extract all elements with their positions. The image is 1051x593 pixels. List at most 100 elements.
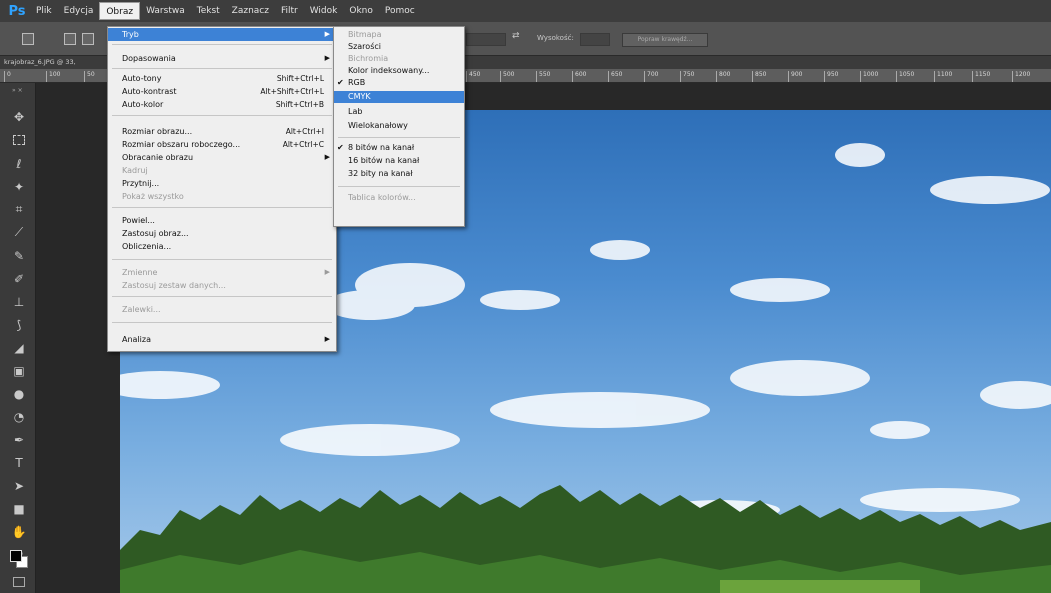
ruler-tick: 1150 — [972, 71, 990, 82]
menu-item-image-rotation[interactable]: Obracanie obrazu ▶ — [108, 151, 336, 164]
menu-item-canvas-size[interactable]: Rozmiar obszaru roboczego... Alt+Ctrl+C — [108, 138, 336, 151]
quick-selection-tool-icon[interactable]: ✦ — [9, 177, 29, 196]
menu-item-label: Kolor indeksowany... — [348, 66, 430, 75]
menu-image[interactable]: Obraz — [99, 2, 141, 20]
menu-item-duplicate[interactable]: Powiel... — [108, 214, 336, 227]
menu-item-label: Rozmiar obszaru roboczego... — [122, 140, 241, 149]
menu-item-label: 16 bitów na kanał — [348, 156, 420, 165]
crop-tool-icon[interactable]: ⌗ — [9, 200, 29, 219]
ruler-tick: 0 — [4, 71, 11, 82]
menu-item-label: CMYK — [348, 92, 371, 101]
mode-indexed-color[interactable]: Kolor indeksowany... — [334, 65, 464, 77]
menu-item-crop: Kadruj — [108, 164, 336, 177]
menu-item-image-size[interactable]: Rozmiar obrazu... Alt+Ctrl+I — [108, 125, 336, 138]
menu-item-trim[interactable]: Przytnij... — [108, 177, 336, 190]
marquee-preset-icon[interactable] — [22, 33, 34, 45]
rectangle-tool-icon[interactable]: ■ — [9, 499, 29, 518]
menu-item-label: Auto-tony — [122, 74, 162, 83]
menu-item-label: Tryb — [122, 30, 139, 39]
menu-item-label: Analiza — [122, 335, 151, 344]
healing-brush-tool-icon[interactable]: ✎ — [9, 246, 29, 265]
menu-edit[interactable]: Edycja — [58, 2, 100, 20]
menu-divider — [112, 296, 332, 297]
menu-item-calculations[interactable]: Obliczenia... — [108, 240, 336, 253]
history-brush-tool-icon[interactable]: ⟆ — [9, 315, 29, 334]
document-title: krajobraz_6.JPG @ 33, — [4, 58, 76, 66]
type-tool-icon[interactable]: T — [9, 453, 29, 472]
menu-item-variables: Zmienne ▶ — [108, 266, 336, 279]
marquee-tool-icon[interactable] — [9, 130, 29, 149]
move-tool-icon[interactable]: ✥ — [9, 107, 29, 126]
path-selection-tool-icon[interactable]: ➤ — [9, 476, 29, 495]
quick-mask-icon[interactable] — [13, 577, 25, 587]
mode-color-table: Tablica kolorów... — [334, 192, 464, 204]
hand-tool-icon[interactable]: ✋ — [9, 522, 29, 541]
add-to-selection-icon[interactable] — [82, 33, 94, 45]
menu-item-auto-contrast[interactable]: Auto-kontrast Alt+Shift+Ctrl+L — [108, 85, 336, 98]
brush-tool-icon[interactable]: ✐ — [9, 269, 29, 288]
gradient-tool-icon[interactable]: ▣ — [9, 361, 29, 380]
menu-item-label: Zmienne — [122, 268, 158, 277]
new-selection-icon[interactable] — [64, 33, 76, 45]
menu-file[interactable]: Plik — [30, 2, 58, 20]
clone-stamp-tool-icon[interactable]: ⊥ — [9, 292, 29, 311]
eraser-tool-icon[interactable]: ◢ — [9, 338, 29, 357]
mode-16-bits[interactable]: 16 bitów na kanał — [334, 155, 464, 167]
mode-grayscale[interactable]: Szarości — [334, 41, 464, 53]
menu-item-apply-image[interactable]: Zastosuj obraz... — [108, 227, 336, 240]
blur-tool-icon[interactable]: ● — [9, 384, 29, 403]
menu-view[interactable]: Widok — [304, 2, 344, 20]
mode-cmyk[interactable]: CMYK — [334, 91, 464, 103]
ruler-tick: 950 — [824, 71, 838, 82]
ruler-tick: 850 — [752, 71, 766, 82]
menu-item-label: Kadruj — [122, 166, 148, 175]
mode-32-bits[interactable]: 32 bity na kanał — [334, 168, 464, 180]
ruler-tick: 800 — [716, 71, 730, 82]
menu-item-mode[interactable]: Tryb ▶ — [108, 28, 336, 41]
menu-item-adjustments[interactable]: Dopasowania ▶ — [108, 52, 336, 65]
shortcut-label: Alt+Shift+Ctrl+L — [260, 87, 324, 96]
toolbox: » × ✥ ℓ ✦ ⌗ ⟋ ✎ ✐ ⊥ ⟆ ◢ ▣ ● ◔ ✒ T ➤ ■ ✋ … — [0, 83, 36, 593]
menu-item-auto-color[interactable]: Auto-kolor Shift+Ctrl+B — [108, 98, 336, 111]
menu-help[interactable]: Pomoc — [379, 2, 421, 20]
menu-item-analysis[interactable]: Analiza ▶ — [108, 333, 336, 346]
ruler-tick: 1200 — [1012, 71, 1030, 82]
pen-tool-icon[interactable]: ✒ — [9, 430, 29, 449]
mode-multichannel[interactable]: Wielokanałowy — [334, 120, 464, 132]
menu-item-label: Bichromia — [348, 54, 389, 63]
menu-item-label: Pokaż wszystko — [122, 192, 184, 201]
menu-select[interactable]: Zaznacz — [226, 2, 275, 20]
submenu-arrow-icon: ▶ — [324, 268, 330, 276]
toolbox-collapse-icon[interactable]: » × — [0, 87, 36, 97]
submenu-arrow-icon: ▶ — [324, 30, 330, 38]
menu-item-label: Obracanie obrazu — [122, 153, 194, 162]
lasso-tool-icon[interactable]: ℓ — [9, 154, 29, 173]
ruler-tick: 900 — [788, 71, 802, 82]
mode-rgb[interactable]: ✔ RGB — [334, 77, 464, 89]
width-field[interactable] — [466, 33, 506, 46]
menu-item-label: Rozmiar obrazu... — [122, 127, 193, 136]
foreground-color-swatch[interactable] — [10, 550, 22, 562]
menu-filter[interactable]: Filtr — [275, 2, 304, 20]
menu-item-label: Powiel... — [122, 216, 155, 225]
shortcut-label: Shift+Ctrl+L — [276, 74, 324, 83]
mode-submenu: Bitmapa Szarości Bichromia Kolor indekso… — [333, 26, 465, 227]
menu-window[interactable]: Okno — [343, 2, 379, 20]
mode-8-bits[interactable]: ✔ 8 bitów na kanał — [334, 142, 464, 154]
menu-item-auto-tone[interactable]: Auto-tony Shift+Ctrl+L — [108, 72, 336, 85]
menu-type[interactable]: Tekst — [191, 2, 226, 20]
image-menu-dropdown: Tryb ▶ Dopasowania ▶ Auto-tony Shift+Ctrl+L… — [107, 26, 337, 352]
ruler-tick: 1100 — [934, 71, 952, 82]
menu-divider — [112, 115, 332, 116]
menu-item-label: Obliczenia... — [122, 242, 172, 251]
menu-item-label: Tablica kolorów... — [348, 193, 416, 202]
swap-icon[interactable]: ⇄ — [512, 31, 520, 41]
height-field[interactable] — [580, 33, 610, 46]
eyedropper-tool-icon[interactable]: ⟋ — [9, 223, 29, 242]
menu-item-trap: Zalewki... — [108, 303, 336, 316]
mode-lab[interactable]: Lab — [334, 106, 464, 118]
dodge-tool-icon[interactable]: ◔ — [9, 407, 29, 426]
refine-edge-button[interactable]: Popraw krawędź... — [622, 33, 708, 47]
ruler-tick: 700 — [644, 71, 658, 82]
menu-layer[interactable]: Warstwa — [140, 2, 191, 20]
